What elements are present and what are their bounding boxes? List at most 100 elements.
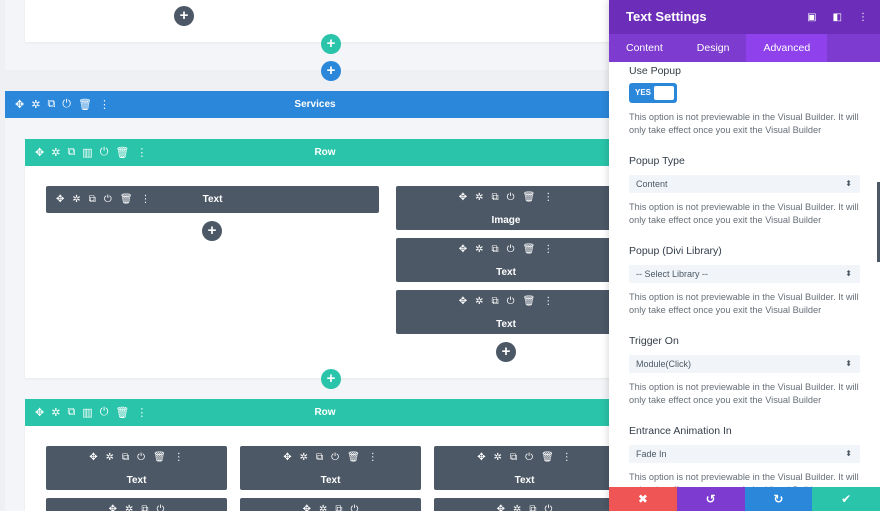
gear-icon[interactable]: ✲ bbox=[319, 504, 327, 511]
trash-icon[interactable]: 🗑 bbox=[347, 452, 360, 463]
gear-icon[interactable]: ✲ bbox=[475, 244, 483, 255]
duplicate-icon[interactable]: ⧉ bbox=[67, 406, 75, 419]
move-icon[interactable]: ✥ bbox=[35, 146, 44, 159]
columns-icon[interactable]: ▥ bbox=[82, 406, 92, 419]
text-module-right-b[interactable]: ✥ ✲ ⧉ ⏻ 🗑 ⋮ Text bbox=[396, 290, 610, 334]
text-module-grid-2[interactable]: ✥ ✲ ⧉ ⏻ 🗑 ⋮ Text bbox=[240, 446, 421, 490]
move-icon[interactable]: ✥ bbox=[35, 406, 44, 419]
more-icon[interactable]: ⋮ bbox=[136, 406, 147, 419]
more-icon[interactable]: ⋮ bbox=[543, 296, 553, 307]
image-module[interactable]: ✥ ✲ ⧉ ⏻ 🗑 ⋮ Image bbox=[396, 186, 610, 230]
move-icon[interactable]: ✥ bbox=[89, 452, 97, 463]
more-icon[interactable]: ⋮ bbox=[368, 452, 378, 463]
panel-body[interactable]: Use Popup YES This option is not preview… bbox=[609, 62, 880, 487]
more-icon[interactable]: ⋮ bbox=[99, 98, 110, 111]
power-icon[interactable]: ⏻ bbox=[100, 406, 109, 419]
trash-icon[interactable]: 🗑 bbox=[78, 98, 92, 111]
trash-icon[interactable]: 🗑 bbox=[153, 452, 166, 463]
tab-advanced[interactable]: Advanced bbox=[746, 34, 828, 62]
gear-icon[interactable]: ✲ bbox=[475, 192, 483, 203]
trash-icon[interactable]: 🗑 bbox=[523, 244, 536, 255]
popup-type-select[interactable]: Content ⬍ bbox=[629, 175, 860, 193]
save-button[interactable]: ✔ bbox=[812, 487, 880, 511]
move-icon[interactable]: ✥ bbox=[283, 452, 291, 463]
add-section-button[interactable]: + bbox=[321, 61, 341, 81]
more-icon[interactable]: ⋮ bbox=[174, 452, 184, 463]
tab-design[interactable]: Design bbox=[680, 34, 747, 62]
gear-icon[interactable]: ✲ bbox=[513, 504, 521, 511]
duplicate-icon[interactable]: ⧉ bbox=[510, 452, 517, 463]
power-icon[interactable]: ⏻ bbox=[545, 504, 553, 511]
power-icon[interactable]: ⏻ bbox=[507, 296, 515, 307]
text-module-grid-3[interactable]: ✥ ✲ ⧉ ⏻ 🗑 ⋮ Text bbox=[434, 446, 610, 490]
more-icon[interactable]: ⋮ bbox=[562, 452, 572, 463]
trash-icon[interactable]: 🗑 bbox=[523, 192, 536, 203]
module-partial[interactable]: ✥ ✲ ⧉ ⏻ bbox=[434, 498, 610, 511]
gear-icon[interactable]: ✲ bbox=[494, 452, 502, 463]
gear-icon[interactable]: ✲ bbox=[125, 504, 133, 511]
trash-icon[interactable]: 🗑 bbox=[115, 146, 129, 159]
trash-icon[interactable]: 🗑 bbox=[523, 296, 536, 307]
duplicate-icon[interactable]: ⧉ bbox=[141, 504, 148, 511]
duplicate-icon[interactable]: ⧉ bbox=[529, 504, 536, 511]
section-bar-services[interactable]: ✥ ✲ ⧉ ⏻ 🗑 ⋮ Services bbox=[5, 91, 610, 118]
duplicate-icon[interactable]: ⧉ bbox=[47, 98, 55, 111]
gear-icon[interactable]: ✲ bbox=[475, 296, 483, 307]
gear-icon[interactable]: ✲ bbox=[51, 146, 60, 159]
more-icon[interactable]: ⋮ bbox=[543, 192, 553, 203]
split-view-icon[interactable]: ◧ bbox=[833, 12, 842, 23]
add-module-button[interactable]: + bbox=[202, 221, 222, 241]
undo-button[interactable]: ↺ bbox=[676, 487, 745, 511]
panel-header[interactable]: Text Settings ▣ ◧ ⋮ bbox=[609, 0, 880, 34]
trigger-on-select[interactable]: Module(Click) ⬍ bbox=[629, 355, 860, 373]
gear-icon[interactable]: ✲ bbox=[51, 406, 60, 419]
fullscreen-icon[interactable]: ▣ bbox=[807, 12, 816, 23]
gear-icon[interactable]: ✲ bbox=[106, 452, 114, 463]
move-icon[interactable]: ✥ bbox=[459, 244, 467, 255]
add-module-button[interactable]: + bbox=[174, 6, 194, 26]
columns-icon[interactable]: ▥ bbox=[82, 146, 92, 159]
duplicate-icon[interactable]: ⧉ bbox=[316, 452, 323, 463]
module-partial[interactable]: ✥ ✲ ⧉ ⏻ bbox=[240, 498, 421, 511]
module-partial[interactable]: ✥ ✲ ⧉ ⏻ bbox=[46, 498, 227, 511]
gear-icon[interactable]: ✲ bbox=[31, 98, 40, 111]
row-bar-1[interactable]: ✥ ✲ ⧉ ▥ ⏻ 🗑 ⋮ Row bbox=[25, 139, 610, 166]
move-icon[interactable]: ✥ bbox=[459, 296, 467, 307]
power-icon[interactable]: ⏻ bbox=[62, 98, 71, 111]
row-bar-2[interactable]: ✥ ✲ ⧉ ▥ ⏻ 🗑 ⋮ Row bbox=[25, 399, 610, 426]
power-icon[interactable]: ⏻ bbox=[137, 452, 145, 463]
move-icon[interactable]: ✥ bbox=[497, 504, 505, 511]
trash-icon[interactable]: 🗑 bbox=[115, 406, 129, 419]
add-module-button[interactable]: + bbox=[496, 342, 516, 362]
gear-icon[interactable]: ✲ bbox=[300, 452, 308, 463]
duplicate-icon[interactable]: ⧉ bbox=[492, 296, 499, 307]
move-icon[interactable]: ✥ bbox=[15, 98, 24, 111]
entrance-animation-select[interactable]: Fade In ⬍ bbox=[629, 445, 860, 463]
redo-button[interactable]: ↻ bbox=[744, 487, 813, 511]
duplicate-icon[interactable]: ⧉ bbox=[335, 504, 342, 511]
more-icon[interactable]: ⋮ bbox=[136, 146, 147, 159]
power-icon[interactable]: ⏻ bbox=[507, 244, 515, 255]
duplicate-icon[interactable]: ⧉ bbox=[492, 244, 499, 255]
duplicate-icon[interactable]: ⧉ bbox=[492, 192, 499, 203]
popup-library-select[interactable]: -- Select Library -- ⬍ bbox=[629, 265, 860, 283]
text-module-left[interactable]: ✥ ✲ ⧉ ⏻ 🗑 ⋮ Text bbox=[46, 186, 379, 213]
add-row-button[interactable]: + bbox=[321, 369, 341, 389]
power-icon[interactable]: ⏻ bbox=[507, 192, 515, 203]
use-popup-toggle[interactable]: YES bbox=[629, 83, 677, 103]
duplicate-icon[interactable]: ⧉ bbox=[67, 146, 75, 159]
discard-button[interactable]: ✖ bbox=[609, 487, 677, 511]
more-icon[interactable]: ⋮ bbox=[543, 244, 553, 255]
add-row-button[interactable]: + bbox=[321, 34, 341, 54]
power-icon[interactable]: ⏻ bbox=[157, 504, 165, 511]
power-icon[interactable]: ⏻ bbox=[351, 504, 359, 511]
move-icon[interactable]: ✥ bbox=[459, 192, 467, 203]
move-icon[interactable]: ✥ bbox=[303, 504, 311, 511]
power-icon[interactable]: ⏻ bbox=[100, 146, 109, 159]
more-icon[interactable]: ⋮ bbox=[858, 12, 868, 23]
tab-content[interactable]: Content bbox=[609, 34, 680, 62]
power-icon[interactable]: ⏻ bbox=[525, 452, 533, 463]
text-module-grid-1[interactable]: ✥ ✲ ⧉ ⏻ 🗑 ⋮ Text bbox=[46, 446, 227, 490]
move-icon[interactable]: ✥ bbox=[109, 504, 117, 511]
move-icon[interactable]: ✥ bbox=[477, 452, 485, 463]
